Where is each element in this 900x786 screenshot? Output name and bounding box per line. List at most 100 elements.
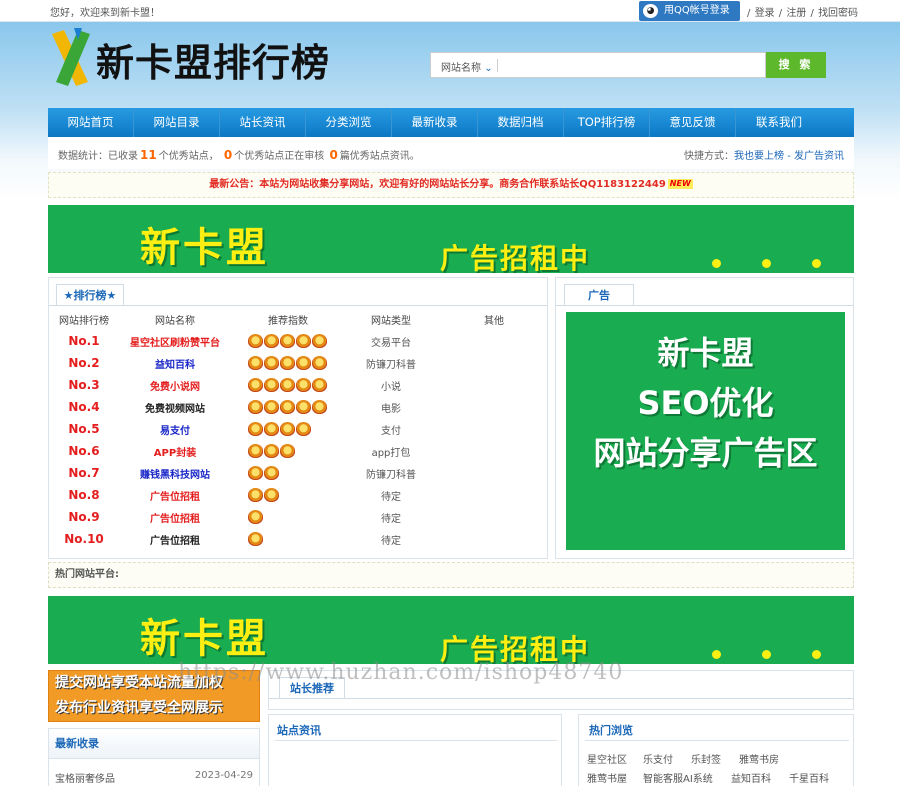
site-name-link[interactable]: 广告位招租 [109,510,241,525]
nav-archive[interactable]: 数据归档 [478,108,564,137]
register-link[interactable]: 注册 [786,8,806,19]
nav-webmaster-news[interactable]: 站长资讯 [220,108,306,137]
rank-number: No.6 [68,444,100,458]
hot-link[interactable]: 雅莺书屋 [587,770,627,785]
crown-icon [280,400,295,414]
rating-stars [248,334,328,350]
qq-login-button[interactable]: ◕ 用QQ帐号登录 [639,1,740,21]
crown-icon [296,356,311,370]
site-name-link[interactable]: 广告位招租 [109,488,241,503]
nav-top-ranking[interactable]: TOP排行榜 [564,108,650,137]
rank-number: No.2 [68,356,100,370]
site-name-link[interactable]: 易支付 [109,422,241,437]
crown-icon [264,422,279,436]
hot-link[interactable]: 星空社区 [587,751,627,766]
hot-link[interactable]: 千星百科 [789,770,829,785]
banner-dots [712,650,832,660]
login-link[interactable]: 登录 [755,8,775,19]
new-badge: NEW [667,179,693,189]
find-password-link[interactable]: 找回密码 [818,8,858,19]
ad-banner-top[interactable]: 新卡盟 广告招租中 [48,205,854,273]
site-name-link[interactable]: 益知百科 [109,356,241,371]
rating-stars [248,356,328,372]
account-links: / 登录 / 注册 / 找回密码 [746,4,858,19]
nav-contact[interactable]: 联系我们 [736,108,822,137]
welcome-text: 您好，欢迎来到新卡盟！ [50,8,160,19]
ad-line: 网站分享广告区 [593,434,818,472]
ad-image[interactable]: 新卡盟 SEO优化 网站分享广告区 [566,312,845,550]
search-input[interactable]: 网站名称 ⌄ [430,52,766,78]
ranking-row: No.9 广告位招租 待定 [49,510,547,532]
site-type: 小说 [381,382,401,393]
ad-line: 新卡盟 [657,334,754,372]
search-button[interactable]: 搜 索 [766,52,826,78]
site-name-link[interactable]: 赚钱黑科技网站 [109,466,241,481]
site-name-link[interactable]: 星空社区刷粉赞平台 [109,334,241,349]
hot-link[interactable]: 乐支付 [643,751,673,766]
ranking-row: No.6 APP封装 app打包 [49,444,547,466]
crown-icon [296,378,311,392]
site-type: 支付 [381,426,401,437]
crown-icon [248,532,263,546]
crown-icon [248,510,263,524]
newest-title: 最新收录 [49,729,259,759]
tab-ad[interactable]: 广告 [564,284,634,306]
post-ad-link[interactable]: 发广告资讯 [794,151,844,162]
hot-link[interactable]: 乐封签 [691,751,721,766]
site-logo[interactable]: 新卡盟排行榜 [48,26,343,92]
divider [556,305,853,306]
ad-banner-middle[interactable]: 新卡盟 广告招租中 [48,596,854,664]
crown-icon [248,334,263,348]
nav-home[interactable]: 网站首页 [48,108,134,137]
stats-label: 个优秀站点正在审核 [234,151,325,162]
hot-link[interactable]: 益知百科 [731,770,771,785]
crown-icon [280,356,295,370]
shortcut-label: 快捷方式： [684,151,735,162]
site-count: 11 [140,148,157,162]
tab-ranking[interactable]: ★排行榜★ [56,284,124,306]
crown-icon [280,444,295,458]
crown-icon [248,378,263,392]
crown-icon [264,444,279,458]
hot-link[interactable]: 智能客服AI系统 [643,770,713,785]
stats-label: 数据统计：已收录 [58,151,138,162]
crown-icon [296,422,311,436]
join-ranking-link[interactable]: 我也要上榜 [734,151,784,162]
announcement-text: 最新公告：本站为网站收集分享网站，欢迎有好的网站站长分享。商务合作联系站长QQ1… [209,179,666,190]
col-header-type: 网站类型 [371,316,411,327]
nav-feedback[interactable]: 意见反馈 [650,108,736,137]
logo-mark-icon [52,28,90,86]
col-header-other: 其他 [484,316,504,327]
pending-count: 0 [223,148,233,162]
search-type-label: 网站名称 [441,63,481,74]
ranking-panel: ★排行榜★ 网站排行榜 网站名称 推荐指数 网站类型 其他 No.1 星空社区刷粉… [48,277,548,559]
rating-stars [248,378,328,394]
site-type: 待定 [381,492,401,503]
nav-directory[interactable]: 网站目录 [134,108,220,137]
nav-categories[interactable]: 分类浏览 [306,108,392,137]
banner-subtitle: 广告招租中 [440,633,591,664]
crown-icon [264,488,279,502]
stats-label: 个优秀站点， [158,151,219,162]
separator: / [747,8,751,19]
newest-item-link[interactable]: 宝格丽奢侈品 [55,770,115,785]
newest-panel: 最新收录 宝格丽奢侈品 2023-04-29 [48,728,260,786]
banner-title: 新卡盟 [140,225,269,271]
nav-latest[interactable]: 最新收录 [392,108,478,137]
col-header-rank: 网站排行榜 [59,316,109,327]
rating-stars [248,466,280,482]
crown-icon [312,378,327,392]
site-name-link[interactable]: APP封装 [109,444,241,459]
rating-stars [248,422,312,438]
search-type-select[interactable]: 网站名称 ⌄ [441,59,493,74]
site-name-link[interactable]: 广告位招租 [109,532,241,547]
site-name-link[interactable]: 免费小说网 [109,378,241,393]
stats-text: 数据统计：已收录 11 个优秀站点， 0 个优秀站点正在审核 0 篇优秀站点资讯。 [58,147,420,162]
crown-icon [296,400,311,414]
search-divider [497,59,498,72]
site-type: 待定 [381,536,401,547]
crown-icon [248,488,263,502]
hot-browse-title: 热门浏览 [589,724,633,737]
hot-link[interactable]: 雅莺书房 [739,751,779,766]
site-name-link[interactable]: 免费视频网站 [109,400,241,415]
